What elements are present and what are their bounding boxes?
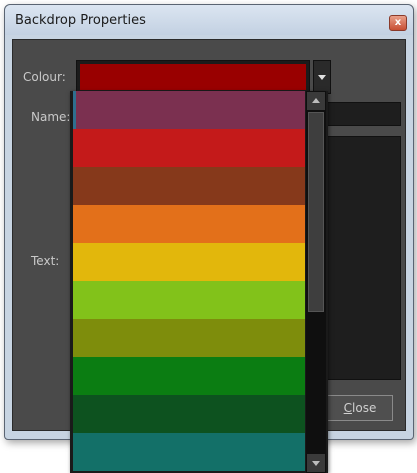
- scrollbar[interactable]: [306, 91, 326, 473]
- colour-option[interactable]: [73, 433, 305, 471]
- colour-dropdown-list: [70, 91, 328, 473]
- text-field[interactable]: [317, 136, 401, 380]
- close-button[interactable]: Close: [327, 395, 393, 421]
- scroll-thumb[interactable]: [308, 112, 324, 312]
- dialog-title: Backdrop Properties: [15, 13, 146, 28]
- scroll-up-button[interactable]: [307, 92, 325, 110]
- colour-option[interactable]: [73, 243, 305, 281]
- close-icon[interactable]: x: [389, 15, 407, 31]
- selected-colour-swatch: [80, 64, 306, 90]
- colour-options[interactable]: [73, 91, 305, 473]
- close-button-label: Close: [343, 401, 377, 415]
- name-field[interactable]: [317, 102, 401, 126]
- colour-option[interactable]: [73, 395, 305, 433]
- colour-dropdown-arrow[interactable]: [313, 60, 331, 94]
- chevron-down-icon: [318, 75, 326, 80]
- arrow-down-icon: [312, 461, 320, 466]
- colour-option[interactable]: [73, 319, 305, 357]
- colour-option[interactable]: [73, 129, 305, 167]
- colour-option[interactable]: [73, 205, 305, 243]
- title-bar[interactable]: Backdrop Properties x: [5, 5, 413, 35]
- colour-option[interactable]: [73, 167, 305, 205]
- name-label: Name:: [31, 110, 71, 124]
- text-label: Text:: [31, 254, 60, 268]
- colour-option[interactable]: [73, 91, 305, 129]
- colour-option[interactable]: [73, 281, 305, 319]
- colour-dropdown[interactable]: [76, 60, 310, 94]
- colour-option[interactable]: [73, 357, 305, 395]
- colour-label: Colour:: [23, 70, 66, 84]
- scroll-down-button[interactable]: [307, 454, 325, 472]
- arrow-up-icon: [312, 98, 320, 103]
